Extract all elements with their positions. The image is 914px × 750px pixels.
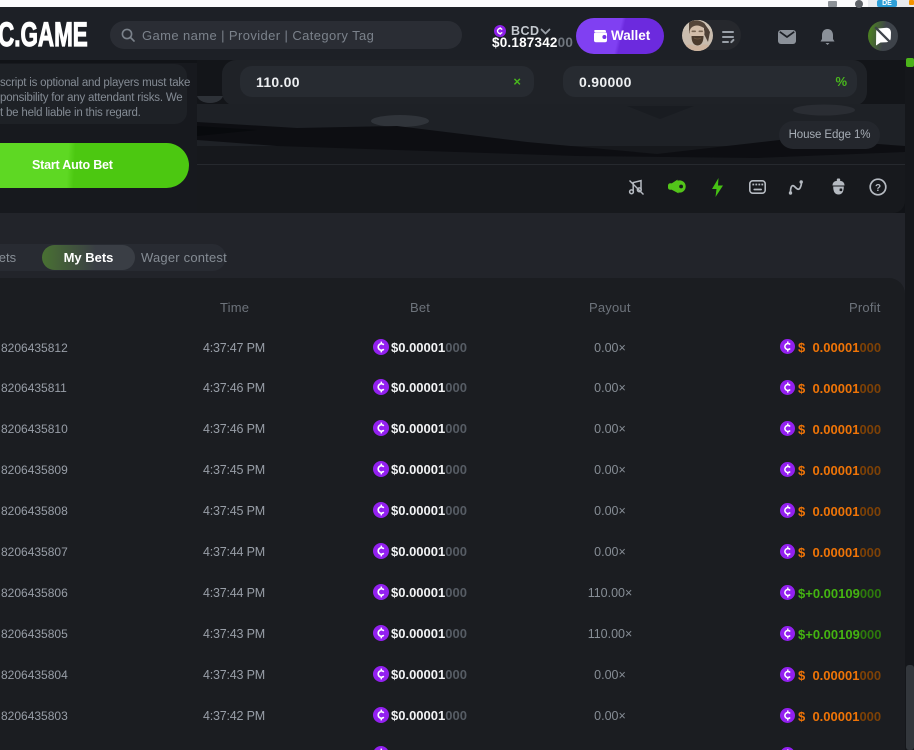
svg-text:?: ? bbox=[875, 183, 881, 194]
